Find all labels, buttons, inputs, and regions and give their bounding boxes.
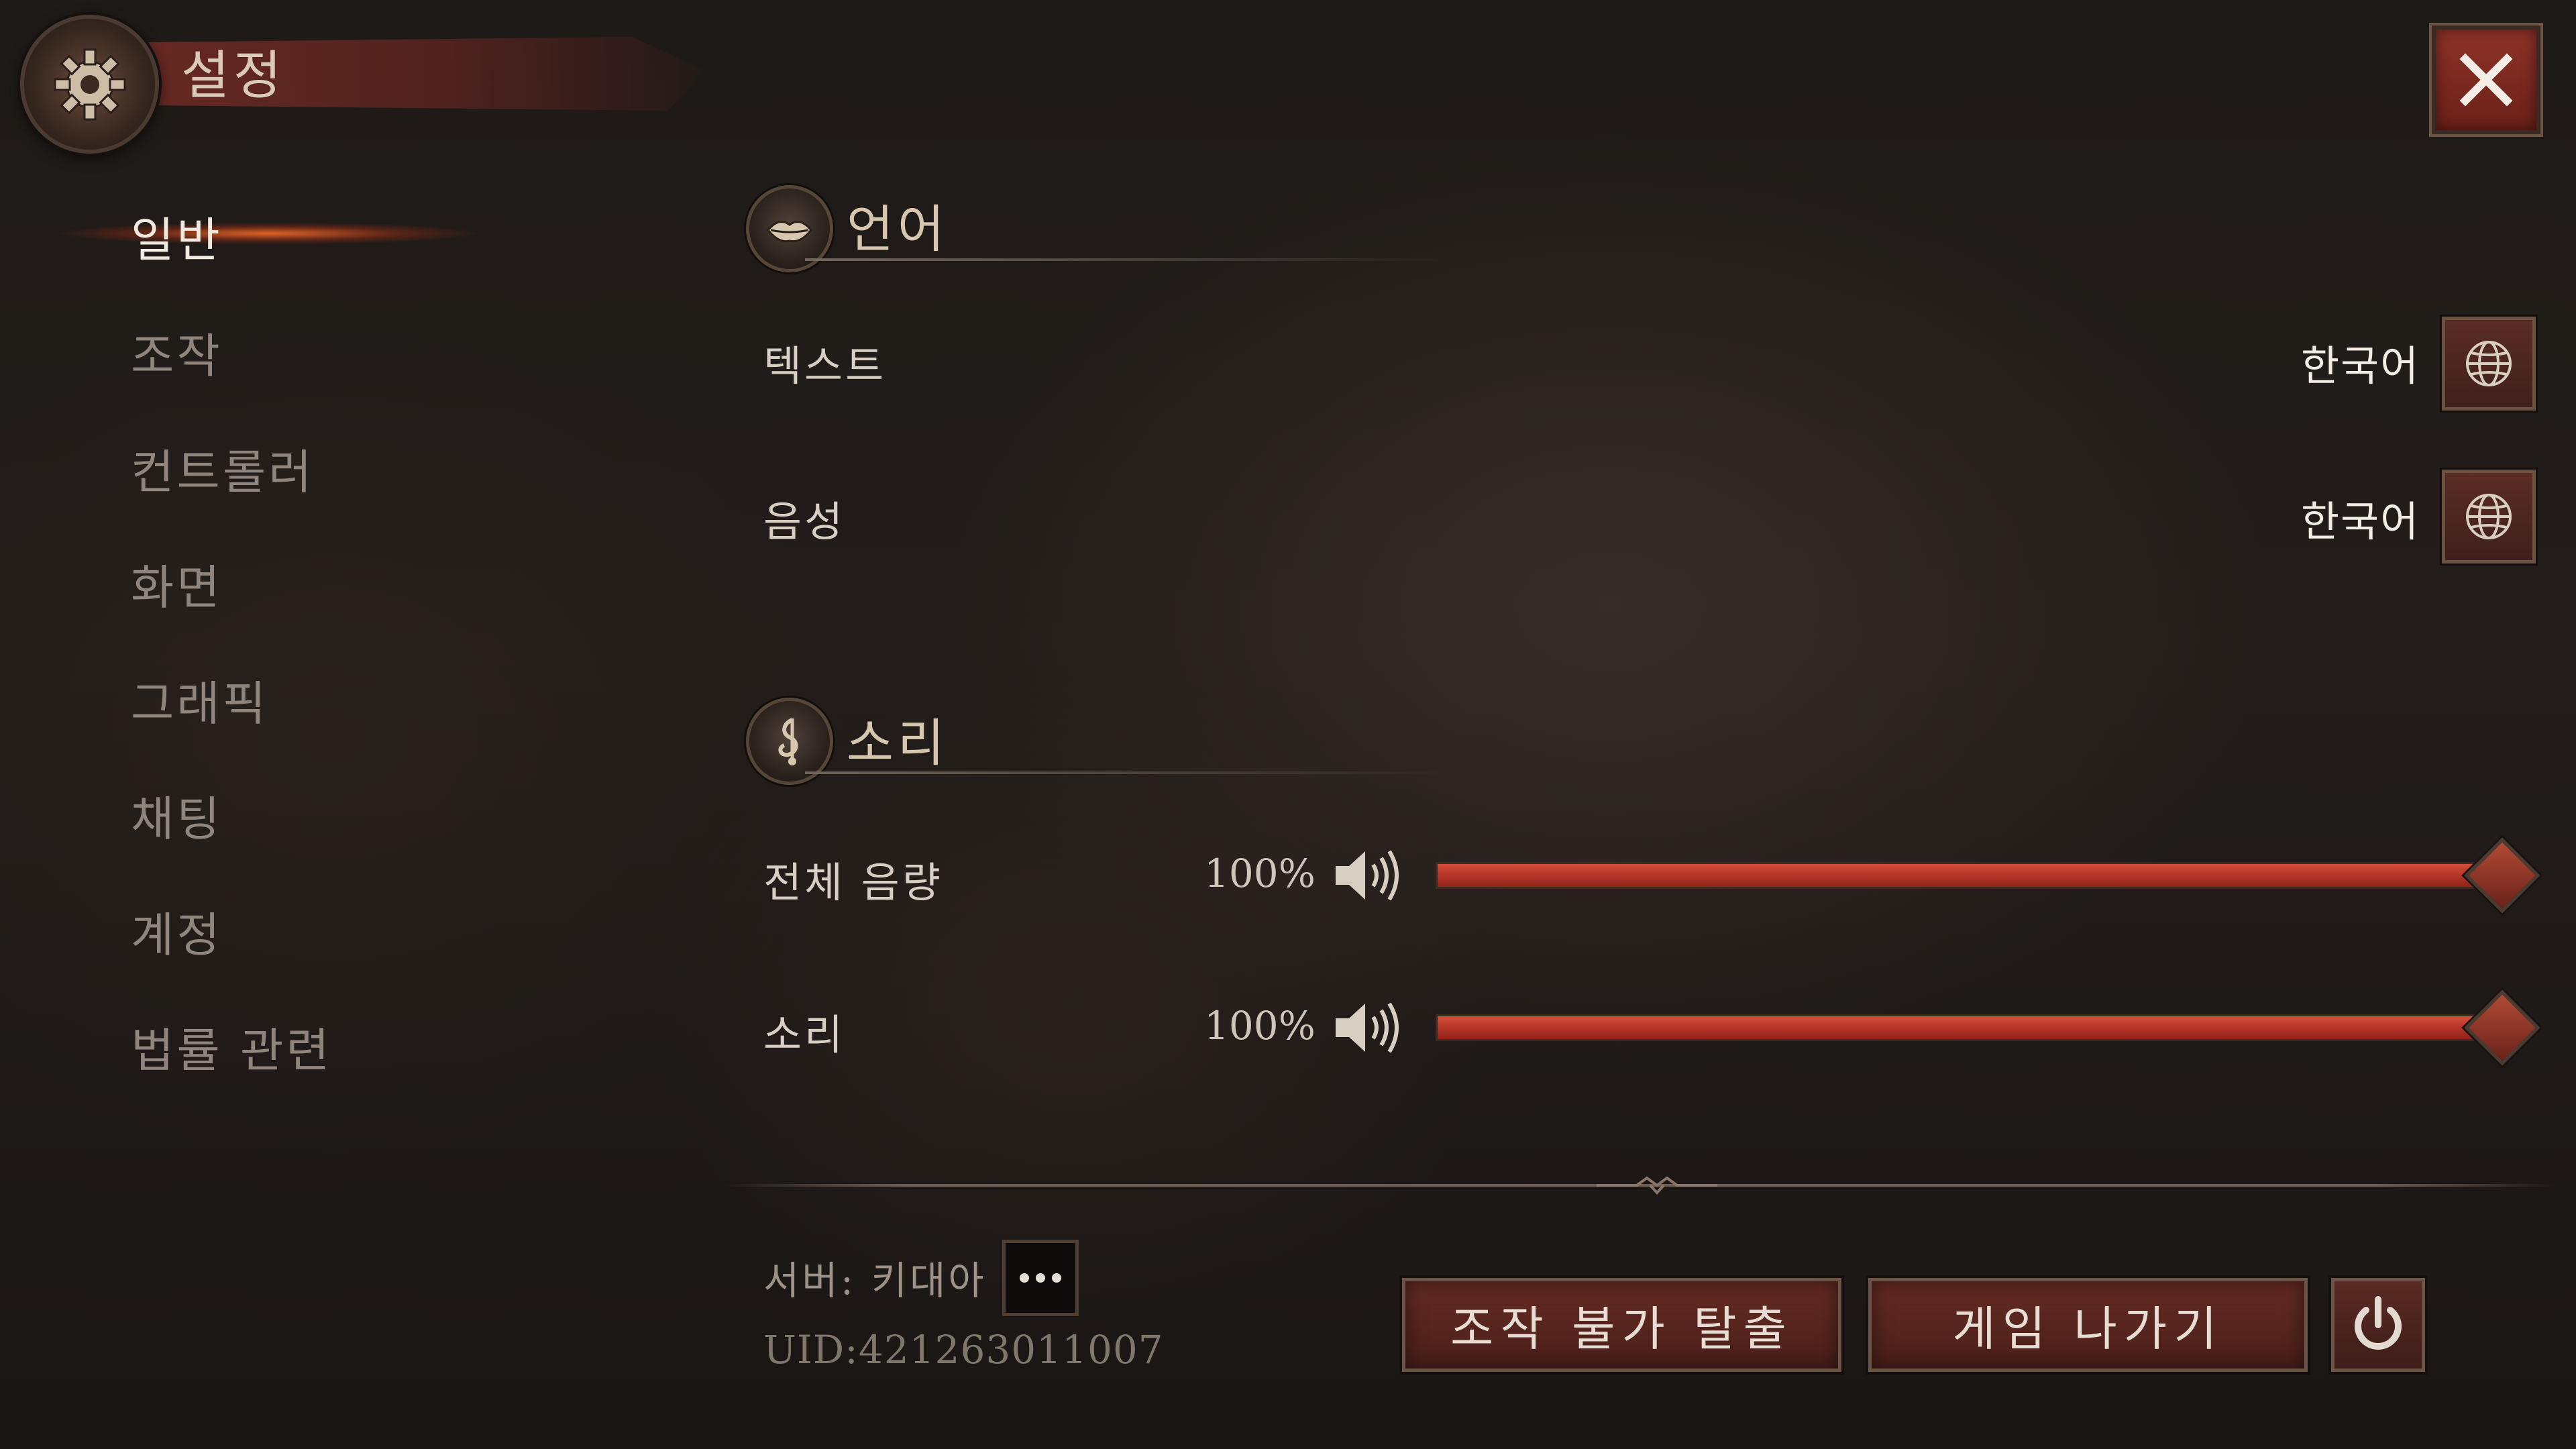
uid-label: UID:421263011007 <box>763 1327 1164 1373</box>
text-language-button[interactable] <box>2442 317 2536 411</box>
sidebar-item-graphics[interactable]: 그래픽 <box>131 666 268 734</box>
sound-volume-label: 소리 <box>763 1010 846 1059</box>
server-label: 서버: 키대아 <box>763 1258 987 1303</box>
master-volume-fill <box>1438 864 2504 887</box>
gear-icon <box>20 15 159 154</box>
master-volume-slider[interactable] <box>1436 862 2506 889</box>
sidebar-item-controller[interactable]: 컨트롤러 <box>131 435 315 502</box>
voice-language-value: 한국어 <box>2301 497 2420 546</box>
section-divider <box>805 258 1449 261</box>
active-nav-glow <box>0 213 604 254</box>
power-button[interactable] <box>2331 1278 2425 1372</box>
close-icon <box>2459 53 2513 107</box>
sound-volume-fill <box>1438 1016 2504 1039</box>
voice-language-label: 음성 <box>763 497 846 546</box>
sidebar-item-legal[interactable]: 법률 관련 <box>131 1013 332 1081</box>
master-volume-label: 전체 음량 <box>763 858 943 907</box>
close-button[interactable] <box>2432 25 2540 134</box>
exit-game-button[interactable]: 게임 나가기 <box>1868 1278 2308 1372</box>
sound-volume-percent: 100% <box>1204 1003 1316 1049</box>
section-title-language: 언어 <box>847 199 949 259</box>
sidebar-item-display[interactable]: 화면 <box>131 550 223 618</box>
speaker-icon[interactable] <box>1332 842 1405 909</box>
globe-icon <box>2466 341 2512 386</box>
power-icon <box>2355 1296 2402 1350</box>
section-divider <box>805 771 1449 774</box>
globe-icon <box>2466 494 2512 539</box>
speaker-icon[interactable] <box>1332 994 1405 1061</box>
sound-volume-knob[interactable] <box>2464 989 2540 1066</box>
unstuck-button[interactable]: 조작 불가 탈출 <box>1402 1278 1841 1372</box>
master-volume-percent: 100% <box>1204 851 1316 896</box>
section-title-sound: 소리 <box>847 713 949 773</box>
text-language-value: 한국어 <box>2301 341 2420 390</box>
ellipsis-icon <box>1020 1273 1029 1283</box>
text-language-label: 텍스트 <box>763 341 887 390</box>
sidebar-item-controls[interactable]: 조작 <box>131 319 223 386</box>
sidebar-item-chat[interactable]: 채팅 <box>131 782 223 849</box>
master-volume-knob[interactable] <box>2464 837 2540 914</box>
sound-volume-slider[interactable] <box>1436 1014 2506 1041</box>
voice-language-button[interactable] <box>2442 470 2536 564</box>
sidebar-item-general[interactable]: 일반 <box>131 203 223 270</box>
divider-ornament <box>1597 1176 1717 1195</box>
page-title: 설정 <box>181 46 286 106</box>
sidebar-item-account[interactable]: 계정 <box>131 898 223 965</box>
more-button[interactable] <box>1002 1240 1079 1316</box>
